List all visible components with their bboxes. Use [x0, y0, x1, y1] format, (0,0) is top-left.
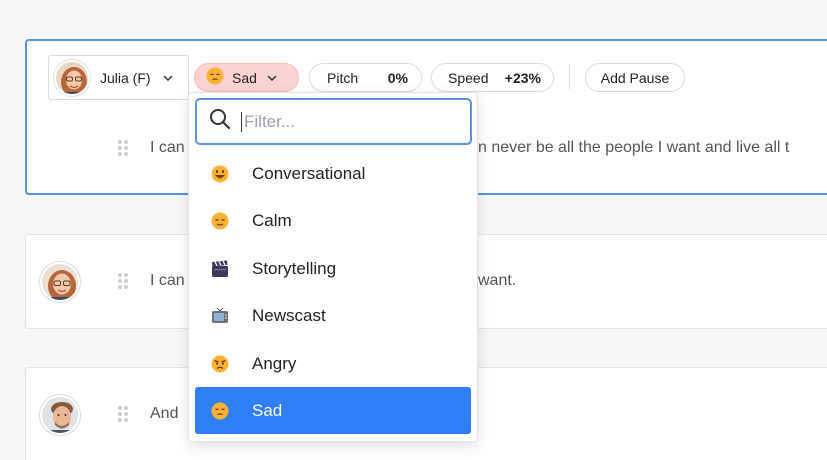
filter-input[interactable] [241, 111, 451, 132]
paragraph-text-start[interactable]: I can [150, 139, 185, 157]
pensive-face-icon [206, 67, 224, 88]
filter-field[interactable] [195, 98, 472, 145]
chevron-down-icon [267, 73, 277, 83]
emotion-option-conversational[interactable]: Conversational [195, 150, 471, 197]
pensive-face-icon [209, 400, 231, 422]
option-label: Calm [252, 210, 292, 230]
paragraph-text-end[interactable]: n never be all the people I want and liv… [478, 139, 789, 157]
emotion-option-angry[interactable]: Angry [195, 340, 471, 387]
search-icon [209, 108, 231, 135]
speed-control[interactable]: Speed +23% [431, 63, 554, 92]
television-icon [209, 305, 231, 327]
emotion-dropdown: Conversational Calm Storytelling [188, 92, 478, 442]
emotion-option-newscast[interactable]: Newscast [195, 292, 471, 339]
option-label: Newscast [252, 305, 326, 325]
relieved-face-icon [209, 210, 231, 232]
pitch-control[interactable]: Pitch 0% [309, 63, 422, 92]
speed-label: Speed [448, 69, 489, 86]
option-label: Angry [252, 353, 297, 373]
option-label: Conversational [252, 163, 366, 183]
add-pause-label: Add Pause [600, 69, 670, 86]
drag-handle-icon[interactable] [118, 140, 128, 156]
voice-name: Julia (F) [100, 69, 151, 86]
option-label: Sad [252, 400, 283, 420]
angry-face-icon [209, 353, 231, 375]
avatar[interactable] [40, 395, 80, 435]
option-label: Storytelling [252, 258, 337, 278]
pitch-value: 0% [387, 69, 408, 86]
drag-handle-icon[interactable] [118, 273, 128, 289]
paragraph-text-start[interactable]: I can [150, 272, 185, 290]
emotion-option-calm[interactable]: Calm [195, 197, 471, 244]
paragraph-text-start[interactable]: And [150, 405, 178, 423]
voice-selector[interactable]: Julia (F) [48, 55, 189, 100]
grinning-face-icon [209, 163, 231, 185]
pitch-label: Pitch [327, 69, 359, 86]
drag-handle-icon[interactable] [118, 406, 128, 422]
paragraph-text-end[interactable]: want. [478, 272, 516, 290]
emotion-selector[interactable]: Sad [194, 63, 299, 92]
emotion-label: Sad [232, 69, 257, 86]
avatar[interactable] [40, 262, 80, 302]
emotion-option-sad[interactable]: Sad [195, 387, 471, 434]
add-pause-button[interactable]: Add Pause [585, 63, 685, 92]
clapper-board-icon [209, 258, 231, 280]
avatar [54, 59, 90, 96]
emotion-option-storytelling[interactable]: Storytelling [195, 245, 471, 292]
speed-value: +23% [504, 69, 541, 86]
toolbar-divider [569, 64, 570, 90]
chevron-down-icon [163, 73, 173, 83]
